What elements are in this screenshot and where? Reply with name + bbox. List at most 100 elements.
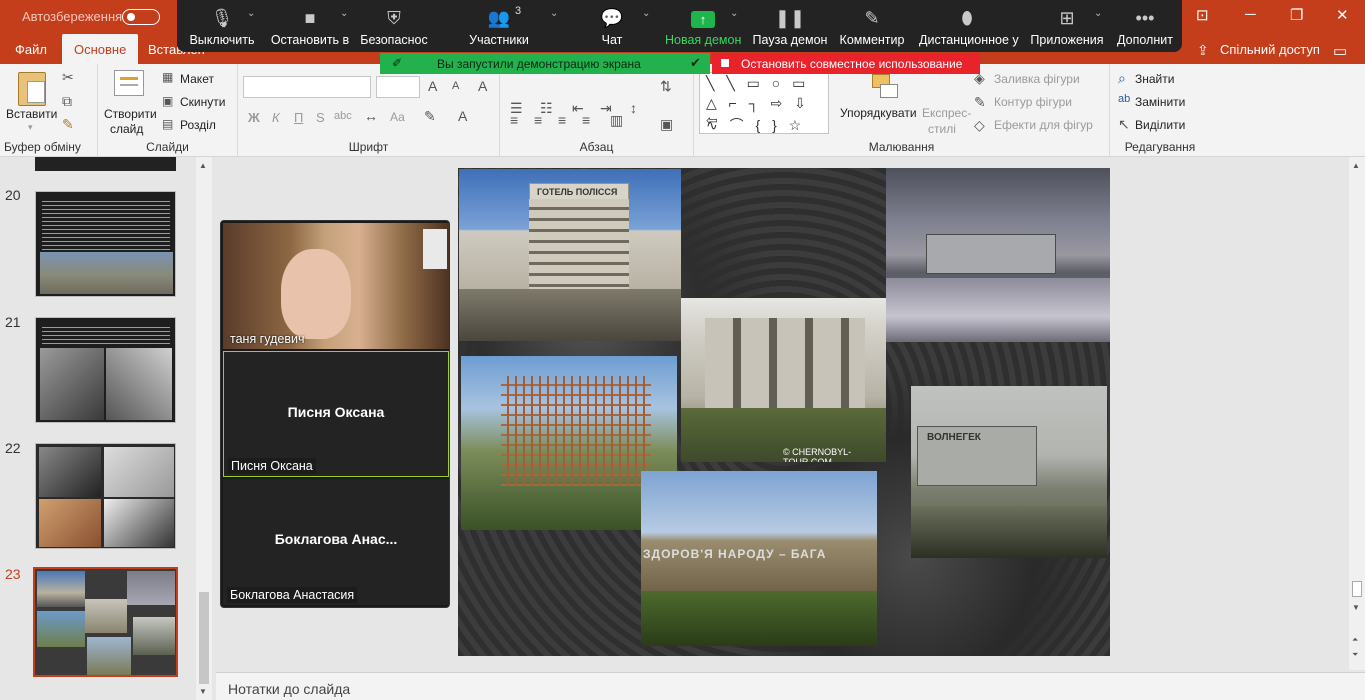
select-button[interactable]: Виділити — [1135, 118, 1185, 132]
font-color-icon[interactable]: A — [458, 108, 467, 124]
pen-icon: ✎ — [864, 8, 880, 28]
thumbnail-scrollbar[interactable]: ▲ ▼ — [196, 157, 212, 700]
building-windows — [529, 199, 629, 293]
arrange-icon-back — [880, 84, 898, 98]
smartart-icon[interactable]: ▣ — [660, 116, 673, 133]
slide-thumbnail-22[interactable] — [35, 443, 176, 549]
slide-canvas[interactable]: ГОТЕЛЬ ПОЛІССЯ © CHERNOBYL-TOUR.COM ВОЛН… — [458, 168, 1110, 656]
slide-thumbnail-23-selected[interactable] — [33, 567, 178, 677]
clear-format-icon[interactable]: A — [478, 78, 487, 94]
text-direction-icon[interactable]: ⇅ — [660, 78, 672, 95]
find-button[interactable]: Знайти — [1135, 72, 1174, 86]
replace-button[interactable]: Замінити — [1135, 95, 1185, 109]
tab-home[interactable]: Основне — [62, 34, 139, 64]
stop-video-button[interactable]: ■ Остановить в — [269, 0, 351, 52]
new-slide-icon[interactable] — [114, 70, 144, 96]
ground-shape — [459, 289, 681, 341]
pause-share-button[interactable]: ❚❚ Пауза демон — [752, 0, 828, 52]
autosave-toggle[interactable] — [122, 9, 160, 25]
thumbnail-text — [42, 324, 170, 346]
new-slide-label2[interactable]: слайд — [110, 122, 143, 136]
format-painter-icon[interactable]: ✎ — [62, 116, 74, 133]
building-shape — [926, 234, 1056, 274]
align-right-icon[interactable]: ≡ — [558, 112, 566, 128]
quick-styles-button[interactable]: Експрес- — [922, 106, 971, 120]
share-chevron-icon[interactable]: ⌄ — [730, 8, 738, 19]
decrease-font-icon[interactable]: A — [452, 80, 459, 92]
paste-button[interactable]: Вставити — [6, 107, 57, 121]
scroll-up-icon[interactable]: ▲ — [1352, 161, 1360, 170]
close-button[interactable]: ✕ — [1336, 6, 1349, 24]
cut-icon[interactable]: ✂ — [62, 69, 74, 86]
scroll-thumb[interactable] — [199, 592, 209, 684]
italic-button[interactable]: К — [272, 110, 280, 125]
slide-thumbnail-21[interactable] — [35, 317, 176, 423]
video-tile-active-speaker[interactable]: таня гудевич — [223, 223, 449, 349]
strike-button[interactable]: S — [316, 110, 325, 125]
justify-icon[interactable]: ≡ — [582, 112, 590, 128]
next-slide-icon[interactable]: ⏷ — [1352, 650, 1358, 660]
layout-button[interactable]: Макет — [180, 72, 214, 86]
share-button[interactable]: Спільний доступ — [1220, 42, 1320, 57]
slide-thumbnail-19[interactable] — [35, 157, 176, 171]
scroll-up-icon[interactable]: ▲ — [199, 161, 207, 170]
align-center-icon[interactable]: ≡ — [534, 112, 542, 128]
shape-effects-button[interactable]: Ефекти для фігур — [994, 118, 1093, 132]
video-tile-participant-3[interactable]: Боклагова Анас... Боклагова Анастасия — [223, 479, 449, 605]
highlight-icon[interactable]: ✎ — [424, 108, 436, 125]
security-button[interactable]: ⛨ Безопаснос — [359, 0, 429, 52]
tab-file[interactable]: Файл — [15, 42, 47, 57]
editor-scrollbar[interactable]: ▲ ▼ ⏶ ⏷ — [1349, 157, 1365, 670]
columns-icon[interactable]: ▥ — [610, 112, 623, 129]
shape-outline-button[interactable]: Контур фігури — [994, 95, 1072, 109]
apps-button[interactable]: ⊞ Приложения — [1030, 0, 1104, 52]
arrange-button[interactable]: Упорядкувати — [840, 106, 917, 120]
underline-button[interactable]: П — [294, 110, 303, 125]
char-spacing-icon[interactable]: ↔ — [364, 108, 378, 124]
line-spacing-icon[interactable]: ↕ — [630, 100, 637, 116]
reset-button[interactable]: Скинути — [180, 95, 225, 109]
scroll-down-icon[interactable]: ▼ — [199, 687, 207, 696]
remote-control-button[interactable]: ⬮ Дистанционное у — [919, 0, 1019, 52]
shapes-gallery[interactable]: ╲ ╲ ▭ ○ ▭ △ ⌐ ┐ ⇨ ⇩ ⇦ ∿ ⌒ { } ☆ — [699, 72, 829, 134]
shape-fill-button[interactable]: Заливка фігури — [994, 72, 1080, 86]
maximize-button[interactable]: ❐ — [1290, 6, 1303, 24]
font-name-input[interactable] — [243, 76, 371, 98]
paste-icon[interactable] — [18, 72, 46, 106]
comments-icon[interactable]: ▭ — [1333, 42, 1347, 60]
stop-share-button[interactable]: Остановить совместное использование — [712, 53, 980, 74]
video-tile-participant-2[interactable]: Писня Оксана Писня Оксана — [223, 351, 449, 477]
slide-number: 21 — [5, 314, 21, 330]
more-button[interactable]: ••• Дополнит — [1113, 0, 1177, 52]
video-chevron-icon[interactable]: ⌄ — [340, 8, 348, 19]
font-size-input[interactable] — [376, 76, 420, 98]
quick-styles-label2[interactable]: стилі — [928, 122, 956, 136]
bold-button[interactable]: Ж — [248, 110, 260, 125]
group-slides: Створити слайд ▦ Макет ▣ Скинути ▤ Розді… — [98, 64, 238, 157]
prev-slide-icon[interactable]: ⏶ — [1352, 635, 1358, 645]
notes-pane[interactable]: Нотатки до слайда — [216, 672, 1365, 700]
scroll-down-icon[interactable]: ▼ — [1352, 603, 1360, 612]
slide-thumbnail-20[interactable] — [35, 191, 176, 297]
chat-button[interactable]: 💬 Чат — [582, 0, 642, 52]
increase-font-icon[interactable]: A — [428, 78, 437, 94]
strikethrough-button[interactable]: abc — [334, 110, 352, 122]
chat-chevron-icon[interactable]: ⌄ — [642, 8, 650, 19]
section-button[interactable]: Розділ — [180, 118, 216, 132]
autosave-label: Автозбереження — [22, 9, 123, 24]
participants-chevron-icon[interactable]: ⌄ — [550, 8, 558, 19]
pin-icon[interactable]: ✐ — [392, 56, 402, 70]
paste-chevron-icon[interactable]: ▾ — [28, 122, 33, 133]
mute-chevron-icon[interactable]: ⌄ — [247, 8, 255, 19]
participants-button[interactable]: 👥 Участники — [463, 0, 535, 52]
change-case-button[interactable]: Аа — [390, 110, 405, 124]
find-icon: ⌕ — [1118, 70, 1126, 86]
annotate-button[interactable]: ✎ Комментир — [837, 0, 907, 52]
align-left-icon[interactable]: ≡ — [510, 112, 518, 128]
copy-icon[interactable]: ⧉ — [62, 93, 72, 110]
scroll-thumb[interactable] — [1352, 581, 1362, 597]
new-slide-button[interactable]: Створити — [104, 107, 157, 121]
apps-chevron-icon[interactable]: ⌄ — [1094, 8, 1102, 19]
minimize-button[interactable]: ─ — [1245, 6, 1256, 23]
ribbon-display-icon[interactable]: ⊡ — [1196, 6, 1209, 24]
